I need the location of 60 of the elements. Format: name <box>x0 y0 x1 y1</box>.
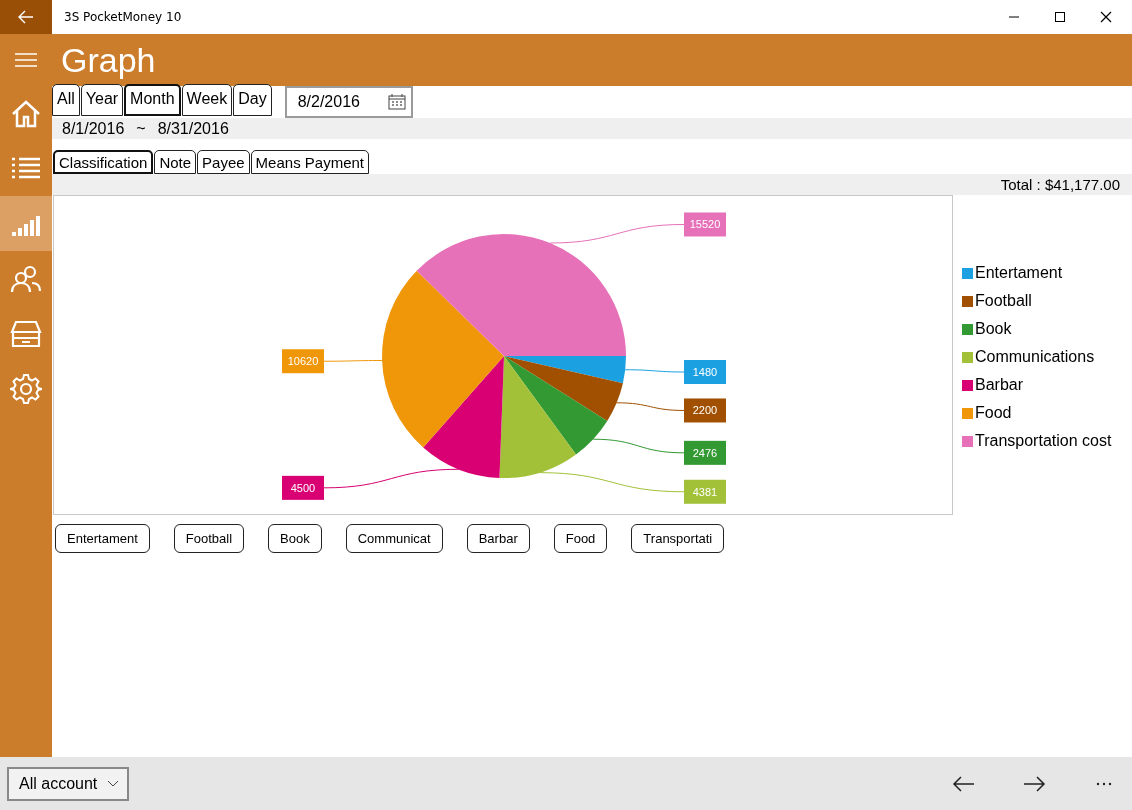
leader-line <box>624 369 685 373</box>
data-label: 1480 <box>692 366 718 378</box>
tab[interactable]: Day <box>233 84 272 116</box>
tab[interactable]: Classification <box>53 150 154 174</box>
leader-line <box>323 360 383 362</box>
tab[interactable]: Note <box>154 150 197 174</box>
legend-label: Barbar <box>975 376 1024 394</box>
data-label: 2476 <box>692 446 718 459</box>
range-start: 8/1/2016 <box>62 119 125 138</box>
data-label: 10620 <box>282 349 324 374</box>
arrow-left-icon[interactable] <box>952 775 974 792</box>
filter-button[interactable]: Transportati <box>631 524 725 553</box>
arrow-right-icon[interactable] <box>1024 775 1046 792</box>
legend-label: Transportation cost <box>975 432 1112 450</box>
menu-icon[interactable] <box>15 53 37 67</box>
data-label: 1480 <box>684 360 726 384</box>
data-label: 4500 <box>282 475 324 500</box>
tab[interactable]: All <box>52 84 80 116</box>
data-label: 2200 <box>692 404 718 417</box>
filter-button[interactable]: Communicat <box>345 524 443 553</box>
legend-label: Football <box>975 292 1032 310</box>
data-label: 15520 <box>684 212 726 237</box>
close-icon[interactable] <box>1100 11 1112 23</box>
tab[interactable]: Payee <box>197 150 250 174</box>
legend-label: Food <box>975 404 1012 422</box>
data-label: 2200 <box>684 398 726 423</box>
maximize-icon[interactable] <box>1054 11 1066 23</box>
back-button[interactable] <box>0 0 52 34</box>
filter-button[interactable]: Football <box>173 524 245 553</box>
data-label: 4381 <box>684 479 726 504</box>
range-separator: ~ <box>136 119 146 138</box>
tab[interactable]: Means Payment <box>250 150 369 174</box>
leader-line <box>616 402 685 411</box>
legend-label: Book <box>975 320 1012 338</box>
total-amount: Total : $41,177.00 <box>1000 176 1120 193</box>
filter-button[interactable]: Food <box>553 524 608 553</box>
legend-label: Entertament <box>975 264 1063 282</box>
page-title: Graph <box>61 40 156 80</box>
calendar-icon <box>387 94 406 110</box>
account-select[interactable]: All account <box>7 766 130 801</box>
range-end: 8/31/2016 <box>157 119 229 138</box>
filter-button[interactable]: Book <box>268 524 322 553</box>
window-title: 3S PocketMoney 10 <box>64 10 183 24</box>
tab[interactable]: Month <box>124 84 181 116</box>
filter-button[interactable]: Barbar <box>466 524 530 553</box>
date-field[interactable]: 8/2/2016 <box>284 86 413 118</box>
data-label: 4381 <box>692 485 718 498</box>
legend-label: Communications <box>975 348 1095 366</box>
data-label: 2476 <box>684 440 726 465</box>
settings-icon <box>10 372 42 405</box>
filter-button[interactable]: Entertament <box>55 524 150 553</box>
more-icon[interactable] <box>1096 781 1112 786</box>
nav-item[interactable] <box>0 196 52 251</box>
tab[interactable]: Week <box>181 84 233 116</box>
back-icon <box>18 10 34 24</box>
data-label: 4500 <box>290 481 316 494</box>
chevron-down-icon <box>107 779 120 788</box>
data-label: 10620 <box>287 355 319 368</box>
tab[interactable]: Year <box>80 84 124 116</box>
data-label: 15520 <box>689 218 721 231</box>
